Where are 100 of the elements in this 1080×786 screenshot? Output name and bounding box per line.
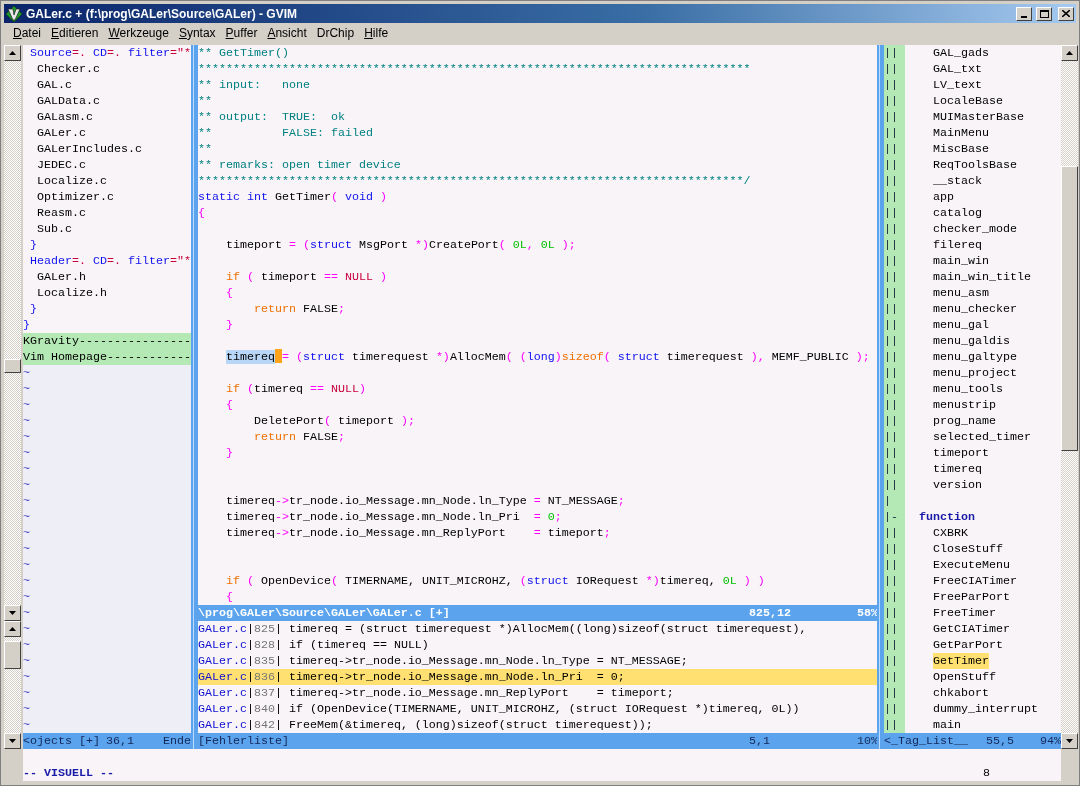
tag-item[interactable]: menu_tools [933, 381, 1003, 397]
quickfix-row[interactable]: GALer.c|842| FreeMem(&timereq, (long)sizeof(struct timerequest)); [198, 717, 877, 733]
tag-item[interactable]: FreeCIATimer [933, 573, 1017, 589]
tag-item[interactable]: filereq [933, 237, 982, 253]
menu-item[interactable]: Datei [8, 25, 47, 40]
tag-item[interactable]: menu_galtype [933, 349, 1017, 365]
fold-marker: || [884, 205, 905, 221]
fold-marker: |- [884, 509, 905, 525]
menu-item[interactable]: Werkzeuge [103, 25, 174, 40]
scrollbar-thumb[interactable] [4, 359, 21, 373]
fold-marker: || [884, 541, 905, 557]
status-percent: 10% [857, 733, 877, 749]
code-line: static int GetTimer( void ) [198, 189, 388, 205]
tag-item[interactable]: menu_gal [933, 317, 989, 333]
tag-item[interactable]: GAL_gads [933, 45, 989, 61]
status-file-name: \prog\GALer\Source\GALer\GALer.c [+] [198, 605, 451, 621]
tag-item[interactable]: MUIMasterBase [933, 109, 1024, 125]
menu-item[interactable]: DrChip [311, 25, 360, 40]
scroll-up-button[interactable] [4, 45, 21, 61]
minimize-button[interactable] [1016, 6, 1032, 21]
tag-item[interactable]: GetTimer [933, 653, 989, 669]
tag-item[interactable]: menu_project [933, 365, 1017, 381]
code-line: { [225, 589, 234, 605]
link-entry[interactable]: KGravity---------------- [23, 333, 191, 349]
tag-item[interactable]: ExecuteMenu [933, 557, 1010, 573]
tag-item[interactable]: __stack [933, 173, 982, 189]
tag-item[interactable]: main [933, 717, 961, 733]
tag-item[interactable]: chkabort [933, 685, 989, 701]
tag-item[interactable]: MiscBase [933, 141, 989, 157]
tag-item[interactable]: menustrip [933, 397, 996, 413]
quickfix-row[interactable]: GALer.c|836| timereq->tr_node.io_Message.mn_Node.ln_Pri = 0; [198, 669, 877, 685]
status-file-name: <ojects [+] [23, 733, 101, 749]
fold-marker: || [884, 525, 905, 541]
scroll-up-button[interactable] [4, 621, 21, 637]
status-file-name: <_Tag_List__ [884, 733, 969, 749]
menu-item[interactable]: Editieren [46, 25, 104, 40]
quickfix-row[interactable]: GALer.c|825| timereq = (struct timerequest *)AllocMem((long)sizeof(struct timerequest), [198, 621, 877, 637]
tag-item[interactable]: checker_mode [933, 221, 1017, 237]
tag-item[interactable]: LV_text [933, 77, 982, 93]
tag-item[interactable]: GAL_txt [933, 61, 982, 77]
tag-item[interactable]: app [933, 189, 954, 205]
close-button[interactable] [1058, 6, 1074, 21]
link-entry[interactable]: Vim Homepage------------ [23, 349, 191, 365]
tag-item[interactable]: version [933, 477, 982, 493]
scrollbar-thumb[interactable] [4, 641, 21, 669]
scroll-down-button[interactable] [1061, 733, 1078, 749]
code-line: ** output: TRUE: ok [198, 109, 346, 125]
code-line: } [225, 317, 234, 333]
fold-marker: || [884, 349, 905, 365]
tag-item[interactable]: menu_galdis [933, 333, 1010, 349]
tag-group-heading[interactable]: function [919, 509, 975, 525]
code-line: return FALSE; [252, 301, 346, 317]
code-line: timereq->tr_node.io_Message.mn_Node.ln_Type = NT_MESSAGE; [225, 493, 626, 509]
tag-item[interactable]: GetParPort [933, 637, 1003, 653]
quickfix-row[interactable]: GALer.c|828| if (timereq == NULL) [198, 637, 877, 653]
fold-marker: || [884, 653, 905, 669]
fold-marker: || [884, 237, 905, 253]
fold-marker: || [884, 365, 905, 381]
scrollbar-thumb[interactable] [1061, 166, 1078, 451]
caret-up-icon [9, 627, 16, 631]
maximize-button[interactable] [1036, 6, 1052, 21]
quickfix-row[interactable]: GALer.c|840| if (OpenDevice(TIMERNAME, UNIT_MICROHZ, (struct IORequest *)timereq, 0L)) [198, 701, 877, 717]
fold-marker: || [884, 253, 905, 269]
code-line: ** [198, 141, 213, 157]
fold-marker: || [884, 669, 905, 685]
scroll-up-button[interactable] [1061, 45, 1078, 61]
tag-item[interactable]: FreeTimer [933, 605, 996, 621]
code-line: ** [198, 93, 213, 109]
menu-item[interactable]: Puffer [220, 25, 263, 40]
window-title: GALer.c + (f:\prog\GALer\Source\GALer) - GVIM [26, 6, 299, 21]
tag-item[interactable]: prog_name [933, 413, 996, 429]
scroll-down-button[interactable] [4, 605, 21, 621]
tag-item[interactable]: CloseStuff [933, 541, 1003, 557]
tag-item[interactable]: main_win [933, 253, 989, 269]
menu-item[interactable]: Hilfe [359, 25, 394, 40]
quickfix-row[interactable]: GALer.c|835| timereq->tr_node.io_Message.mn_Node.ln_Type = NT_MESSAGE; [198, 653, 877, 669]
scroll-down-button[interactable] [4, 733, 21, 749]
tag-item[interactable]: timereq [933, 461, 982, 477]
tag-item[interactable]: CXBRK [933, 525, 968, 541]
quickfix-row[interactable]: GALer.c|837| timereq->tr_node.io_Message.mn_ReplyPort = timeport; [198, 685, 877, 701]
tag-item[interactable]: menu_asm [933, 285, 989, 301]
menu-item[interactable]: Ansicht [262, 25, 312, 40]
scrollbar-track[interactable] [1061, 45, 1078, 749]
tag-item[interactable]: GetCIATimer [933, 621, 1010, 637]
code-line: if ( OpenDevice( TIMERNAME, UNIT_MICROHZ, (struct IORequest *)timereq, 0L ) ) [225, 573, 766, 589]
tag-item[interactable]: dummy_interrupt [933, 701, 1038, 717]
status-file-name: [Fehlerliste] [198, 733, 290, 749]
tag-item[interactable]: timeport [933, 445, 989, 461]
tag-item[interactable]: catalog [933, 205, 982, 221]
tag-item[interactable]: FreeParPort [933, 589, 1010, 605]
status-position: 55,5 [986, 733, 1015, 749]
tag-item[interactable]: LocaleBase [933, 93, 1003, 109]
tag-item[interactable]: selected_timer [933, 429, 1031, 445]
tag-item[interactable]: menu_checker [933, 301, 1017, 317]
menu-item[interactable]: Syntax [173, 25, 221, 40]
fold-marker: || [884, 141, 905, 157]
tag-item[interactable]: MainMenu [933, 125, 989, 141]
tag-item[interactable]: OpenStuff [933, 669, 996, 685]
tag-item[interactable]: main_win_title [933, 269, 1031, 285]
tag-item[interactable]: ReqToolsBase [933, 157, 1017, 173]
